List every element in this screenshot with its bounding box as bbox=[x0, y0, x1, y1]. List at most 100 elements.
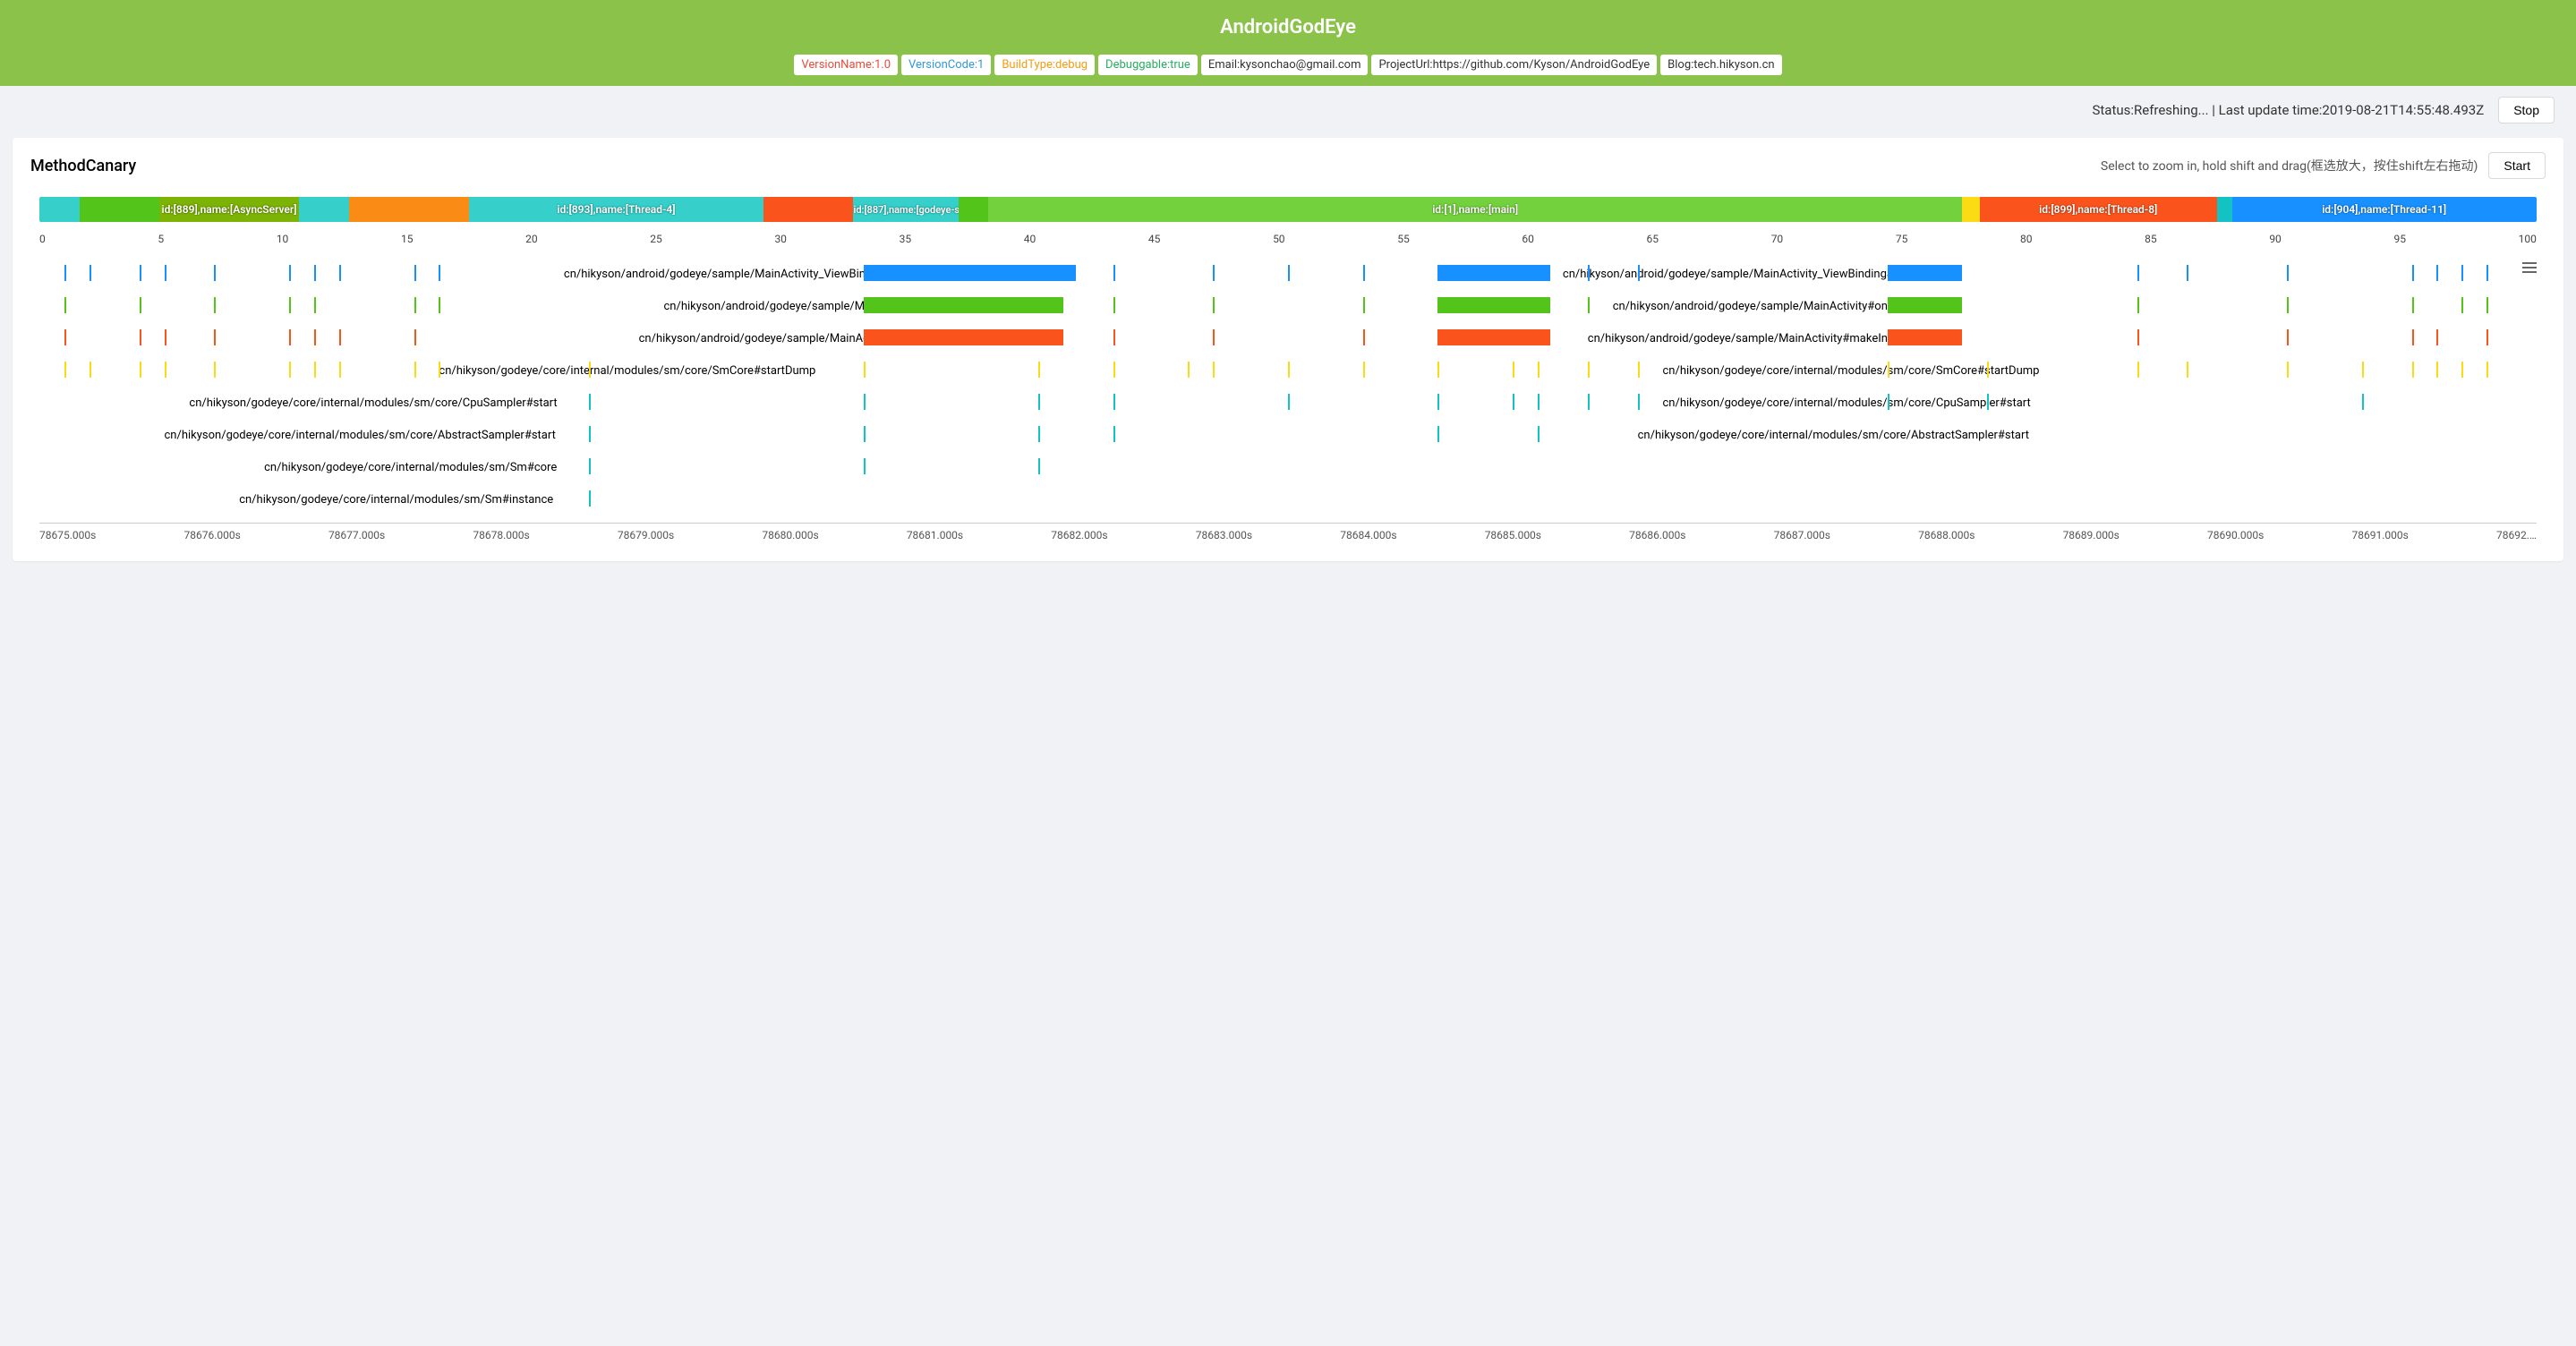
flame-tick bbox=[314, 297, 316, 313]
overview-segment[interactable]: id:[899],name:[Thread-8] bbox=[1980, 197, 2217, 222]
flame-tick bbox=[2486, 362, 2488, 378]
flame-tick bbox=[1987, 362, 1989, 378]
method-label: cn/hikyson/godeye/core/internal/modules/… bbox=[1663, 396, 2031, 410]
flame-tick bbox=[414, 362, 416, 378]
method-label: cn/hikyson/godeye/core/internal/modules/… bbox=[1663, 364, 2040, 378]
flame-row[interactable]: cn/hikyson/android/godeye/sample/MainAct… bbox=[39, 329, 2537, 351]
flame-row[interactable]: cn/hikyson/godeye/core/internal/modules/… bbox=[39, 426, 2537, 447]
flame-tick bbox=[1288, 265, 1290, 281]
overview-segment[interactable] bbox=[39, 197, 80, 222]
flame-tick bbox=[214, 329, 216, 345]
badge: Email:kysonchao@gmail.com bbox=[1201, 55, 1369, 75]
flame-tick bbox=[1213, 329, 1215, 345]
flame-tick bbox=[2461, 362, 2463, 378]
flame-tick bbox=[1213, 297, 1215, 313]
flame-tick bbox=[864, 362, 866, 378]
time-axis: 78675.000s78676.000s78677.000s78678.000s… bbox=[39, 523, 2537, 541]
flame-block[interactable] bbox=[1888, 329, 1963, 345]
flame-block[interactable] bbox=[864, 297, 1063, 313]
method-label: cn/hikyson/godeye/core/internal/modules/… bbox=[189, 396, 557, 410]
flame-block[interactable] bbox=[864, 329, 1063, 345]
overview-segment[interactable] bbox=[299, 197, 349, 222]
flame-tick bbox=[90, 265, 91, 281]
overview-segment[interactable] bbox=[349, 197, 469, 222]
flame-block[interactable] bbox=[1888, 265, 1963, 281]
flame-tick bbox=[2436, 329, 2438, 345]
flame-tick bbox=[140, 329, 141, 345]
flame-chart[interactable]: cn/hikyson/android/godeye/sample/MainAct… bbox=[39, 265, 2537, 541]
flame-tick bbox=[2137, 362, 2139, 378]
flame-row[interactable]: cn/hikyson/android/godeye/sample/MainAct… bbox=[39, 265, 2537, 286]
flame-tick bbox=[339, 362, 341, 378]
badge: Blog:tech.hikyson.cn bbox=[1660, 55, 1781, 75]
flame-tick bbox=[1363, 362, 1365, 378]
flame-row[interactable]: cn/hikyson/android/godeye/sample/MainAct… bbox=[39, 297, 2537, 319]
flame-tick bbox=[439, 265, 440, 281]
overview-segment[interactable] bbox=[1962, 197, 1980, 222]
flame-tick bbox=[1588, 297, 1590, 313]
flame-row[interactable]: cn/hikyson/godeye/core/internal/modules/… bbox=[39, 394, 2537, 415]
flame-tick bbox=[1213, 265, 1215, 281]
flame-tick bbox=[289, 329, 291, 345]
start-button[interactable]: Start bbox=[2488, 152, 2546, 179]
flame-block[interactable] bbox=[1437, 265, 1550, 281]
method-canary-panel: MethodCanary Select to zoom in, hold shi… bbox=[13, 138, 2563, 561]
overview-segment[interactable] bbox=[80, 197, 159, 222]
overview-segment[interactable]: id:[893],name:[Thread-4] bbox=[469, 197, 763, 222]
overview-segment[interactable]: id:[904],name:[Thread-11] bbox=[2232, 197, 2537, 222]
flame-row[interactable]: cn/hikyson/godeye/core/internal/modules/… bbox=[39, 362, 2537, 383]
flame-tick bbox=[2287, 297, 2289, 313]
flame-tick bbox=[2362, 394, 2364, 410]
flame-tick bbox=[2412, 297, 2414, 313]
flame-tick bbox=[64, 362, 66, 378]
flame-tick bbox=[414, 329, 416, 345]
flame-tick bbox=[2412, 265, 2414, 281]
overview-segment[interactable] bbox=[763, 197, 853, 222]
flame-block[interactable] bbox=[1888, 297, 1963, 313]
flame-tick bbox=[165, 329, 166, 345]
overview-segment[interactable]: id:[887],name:[godeye-sm-obtain-dump] bbox=[853, 197, 958, 222]
flame-row[interactable]: cn/hikyson/godeye/core/internal/modules/… bbox=[39, 490, 2537, 512]
stop-button[interactable]: Stop bbox=[2498, 97, 2555, 124]
flame-tick bbox=[339, 265, 341, 281]
flame-tick bbox=[1188, 362, 1190, 378]
flame-tick bbox=[1437, 394, 1439, 410]
status-text: Status:Refreshing... | Last update time:… bbox=[2092, 102, 2484, 118]
flame-tick bbox=[2436, 362, 2438, 378]
flame-tick bbox=[140, 362, 141, 378]
thread-overview-bar[interactable]: id:[889],name:[AsyncServer] id:[893],name… bbox=[39, 197, 2537, 222]
overview-segment[interactable]: id:[1],name:[main] bbox=[988, 197, 1962, 222]
method-label: cn/hikyson/godeye/core/internal/modules/… bbox=[439, 364, 815, 378]
method-label: cn/hikyson/godeye/core/internal/modules/… bbox=[264, 461, 557, 474]
flame-block[interactable] bbox=[864, 265, 1076, 281]
flame-tick bbox=[1363, 329, 1365, 345]
flame-tick bbox=[2461, 297, 2463, 313]
flame-tick bbox=[140, 297, 141, 313]
overview-segment[interactable] bbox=[959, 197, 988, 222]
overview-segment[interactable] bbox=[2217, 197, 2232, 222]
flame-tick bbox=[2187, 362, 2188, 378]
badge: VersionName:1.0 bbox=[794, 55, 898, 75]
app-header: AndroidGodEye VersionName:1.0VersionCode… bbox=[0, 0, 2576, 86]
overview-axis: 0510152025303540455055606570758085909510… bbox=[39, 233, 2537, 245]
flame-row[interactable]: cn/hikyson/godeye/core/internal/modules/… bbox=[39, 458, 2537, 480]
flame-tick bbox=[1638, 362, 1640, 378]
flame-block[interactable] bbox=[1437, 297, 1550, 313]
flame-tick bbox=[864, 394, 866, 410]
flame-tick bbox=[1588, 394, 1590, 410]
flame-tick bbox=[2287, 329, 2289, 345]
flame-tick bbox=[439, 362, 440, 378]
flame-tick bbox=[214, 362, 216, 378]
method-label: cn/hikyson/android/godeye/sample/MainAct… bbox=[1588, 332, 1938, 345]
flame-tick bbox=[1638, 394, 1640, 410]
panel-title: MethodCanary bbox=[30, 157, 136, 175]
flame-tick bbox=[90, 362, 91, 378]
flame-tick bbox=[1888, 394, 1889, 410]
flame-tick bbox=[289, 265, 291, 281]
flame-tick bbox=[864, 458, 866, 474]
method-label: cn/hikyson/godeye/core/internal/modules/… bbox=[1638, 429, 2029, 442]
flame-tick bbox=[589, 426, 591, 442]
overview-segment[interactable]: id:[889],name:[AsyncServer] bbox=[159, 197, 299, 222]
flame-block[interactable] bbox=[1437, 329, 1550, 345]
flame-tick bbox=[1288, 362, 1290, 378]
